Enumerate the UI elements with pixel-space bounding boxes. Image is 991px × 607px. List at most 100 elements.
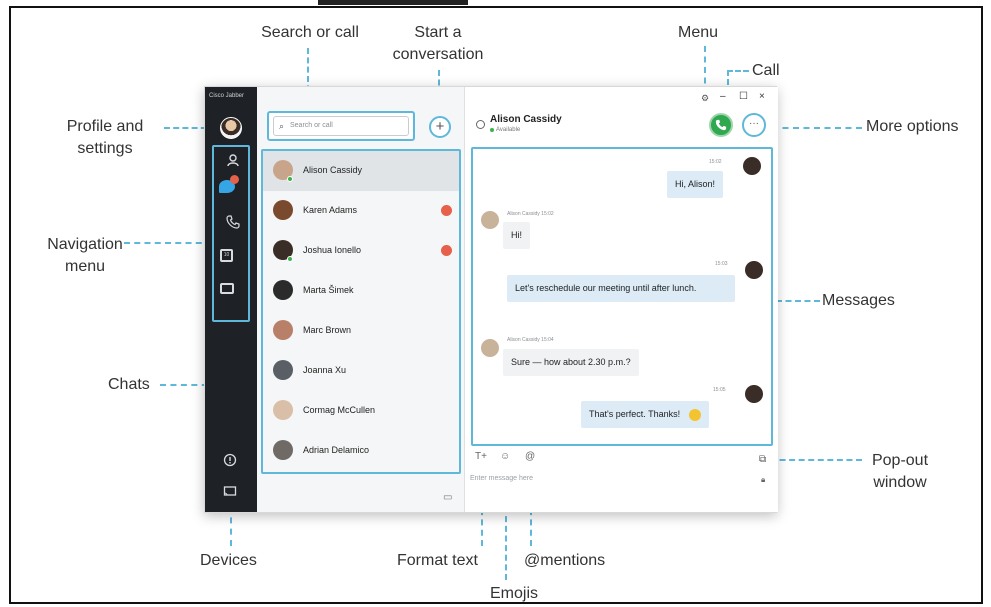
- message-bubble: That's perfect. Thanks!: [581, 401, 709, 428]
- unread-badge: [441, 245, 452, 256]
- message-input[interactable]: Enter message here: [470, 475, 533, 482]
- message-bubble: Hi!: [503, 222, 530, 249]
- unread-badge: [441, 205, 452, 216]
- chat-name: Karen Adams: [303, 205, 358, 215]
- chat-row[interactable]: Cormag McCullen: [263, 391, 459, 431]
- leader-popout: [770, 459, 862, 461]
- avatar: [743, 157, 761, 175]
- callout-chats: Chats: [108, 376, 150, 393]
- avatar: [273, 400, 293, 420]
- chat-row[interactable]: Adrian Delamico: [263, 431, 459, 471]
- leader-call-h: [727, 70, 749, 72]
- calls-icon[interactable]: [225, 215, 241, 231]
- chat-name: Marta Šimek: [303, 285, 354, 295]
- message-bubble: Hi, Alison!: [667, 171, 724, 198]
- callout-nav-l1: Navigation: [47, 236, 123, 253]
- voicemail-icon[interactable]: [220, 283, 234, 294]
- more-options-button[interactable]: ···: [742, 113, 766, 137]
- messages-area: 15:02 Hi, Alison! Alison Cassidy 15:02 H…: [471, 147, 773, 446]
- message-bubble: Let's reschedule our meeting until after…: [507, 275, 735, 302]
- callout-profile-l2: settings: [77, 140, 133, 157]
- call-button[interactable]: [709, 113, 733, 137]
- screen-share-icon[interactable]: ▭: [443, 492, 452, 503]
- maximize-button[interactable]: ☐: [739, 91, 748, 102]
- search-input[interactable]: ⌕ Search or call: [273, 116, 409, 136]
- presence-dot: [287, 256, 293, 262]
- callout-profile: Profile and settings: [40, 116, 170, 160]
- chat-name: Joanna Xu: [303, 365, 347, 375]
- cropped-title-artifact: [318, 0, 468, 5]
- callout-devices: Devices: [200, 552, 257, 569]
- chat-row[interactable]: Karen Adams: [263, 191, 459, 231]
- message-meta: Alison Cassidy 15:04: [507, 337, 554, 343]
- callout-more-options: More options: [866, 118, 959, 135]
- presence-status-icon: [476, 120, 485, 129]
- avatar: [273, 280, 293, 300]
- help-icon[interactable]: [222, 453, 238, 469]
- conversation-contact-name: Alison Cassidy: [490, 114, 562, 125]
- search-placeholder: Search or call: [290, 122, 333, 129]
- chat-row[interactable]: Joshua Ionello: [263, 231, 459, 271]
- lock-icon: 🔒︎: [761, 475, 766, 484]
- message-bubble: Sure — how about 2.30 p.m.?: [503, 349, 639, 376]
- chat-name: Marc Brown: [303, 325, 352, 335]
- devices-icon[interactable]: [222, 485, 238, 501]
- callout-popout-l1: Pop-out: [871, 452, 929, 469]
- chat-row[interactable]: Marta Šimek: [263, 271, 459, 311]
- callout-nav-l2: menu: [64, 258, 106, 275]
- chat-name: Cormag McCullen: [303, 405, 376, 415]
- avatar: [273, 320, 293, 340]
- message-text: That's perfect. Thanks!: [589, 409, 681, 419]
- avatar: [273, 200, 293, 220]
- navigation-rail: Cisco Jabber 10: [205, 87, 257, 512]
- callout-search-or-call: Search or call: [261, 24, 359, 41]
- avatar: [745, 261, 763, 279]
- chat-name: Adrian Delamico: [303, 445, 370, 455]
- emoji-icon[interactable]: ☺: [500, 451, 510, 462]
- leader-navigation: [124, 242, 212, 244]
- start-conversation-button[interactable]: +: [429, 116, 451, 138]
- presence-dot: [287, 176, 293, 182]
- callout-start-l1: Start a: [414, 24, 462, 41]
- chat-name: Alison Cassidy: [303, 165, 363, 175]
- mention-icon[interactable]: @: [525, 451, 535, 462]
- avatar: [273, 360, 293, 380]
- search-icon: ⌕: [279, 121, 285, 131]
- callout-menu: Menu: [678, 24, 719, 41]
- smile-emoji-icon: [688, 408, 701, 421]
- jabber-window: Cisco Jabber 10 ⌕ Search or call + Aliso…: [204, 86, 778, 513]
- chat-row[interactable]: Joanna Xu: [263, 351, 459, 391]
- callout-popout-l2: window: [873, 474, 927, 491]
- chats-unread-badge: [230, 175, 239, 184]
- callout-format-text: Format text: [397, 552, 478, 569]
- callout-start-l2: conversation: [392, 46, 484, 63]
- callout-start-conversation: Start a conversation: [378, 22, 498, 66]
- meetings-icon[interactable]: 10: [220, 249, 233, 262]
- close-button[interactable]: ×: [759, 91, 765, 102]
- conversation-panel: ⚙ – ☐ × Alison Cassidy Available ··· 15:…: [465, 87, 778, 512]
- callout-call: Call: [752, 62, 780, 79]
- chat-row[interactable]: Marc Brown: [263, 311, 459, 351]
- navigation-menu: 10: [212, 145, 250, 322]
- avatar: [481, 339, 499, 357]
- gear-icon[interactable]: ⚙: [701, 93, 709, 104]
- callout-popout: Pop-out window: [840, 450, 960, 494]
- message-time: 15:02: [709, 159, 722, 165]
- app-name: Cisco Jabber: [209, 93, 245, 99]
- contacts-icon[interactable]: [225, 153, 241, 169]
- chat-name: Joshua Ionello: [303, 245, 362, 255]
- avatar: [273, 440, 293, 460]
- format-text-icon[interactable]: T+: [475, 451, 487, 462]
- chat-row[interactable]: Alison Cassidy: [263, 151, 459, 191]
- avatar: [481, 211, 499, 229]
- chats-panel: ⌕ Search or call + Alison Cassidy Karen …: [257, 87, 465, 512]
- profile-avatar-icon[interactable]: [220, 117, 242, 139]
- callout-navigation: Navigation menu: [30, 234, 140, 278]
- callout-profile-l1: Profile and: [66, 118, 144, 135]
- callout-emojis: Emojis: [490, 585, 539, 602]
- avatar: [745, 385, 763, 403]
- leader-messages: [776, 300, 820, 302]
- popout-icon[interactable]: ⧉: [759, 454, 766, 465]
- minimize-button[interactable]: –: [720, 91, 726, 102]
- search-box-highlight: ⌕ Search or call: [267, 111, 415, 141]
